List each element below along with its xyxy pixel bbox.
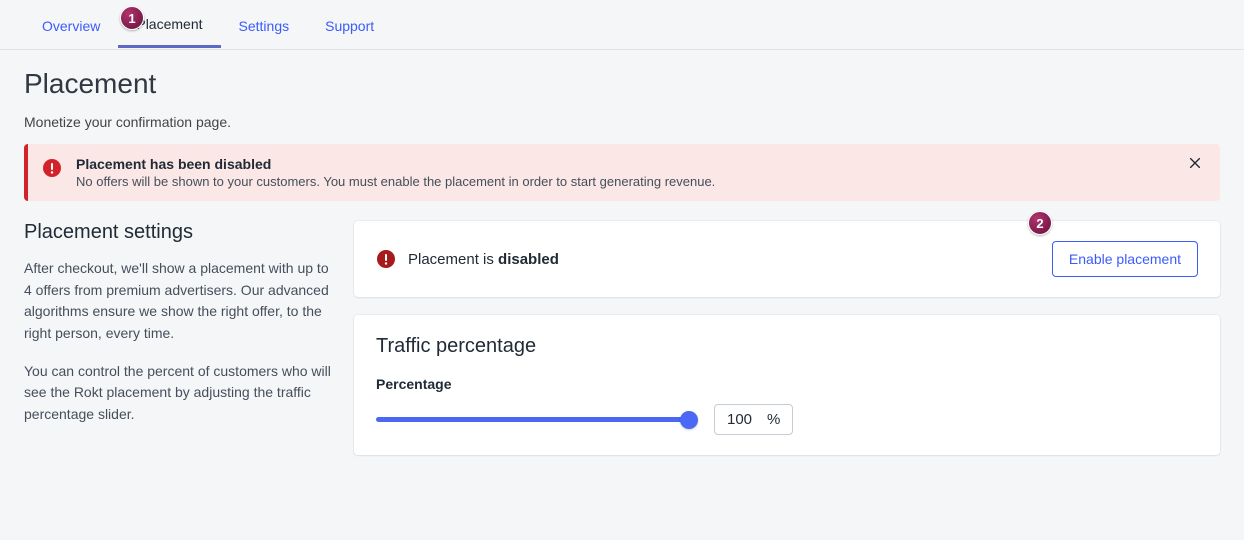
status-warning-icon <box>376 249 396 269</box>
settings-cards-column: Placement is disabled Enable placement 2… <box>354 221 1220 473</box>
alert-close-button[interactable] <box>1184 156 1206 174</box>
placement-settings-desc-2: You can control the percent of customers… <box>24 361 334 426</box>
page-content: Placement Monetize your confirmation pag… <box>0 50 1244 473</box>
page-subtitle: Monetize your confirmation page. <box>24 114 1220 130</box>
percentage-label: Percentage <box>376 376 1198 392</box>
alert-icon <box>42 158 62 178</box>
traffic-title: Traffic percentage <box>376 335 1198 358</box>
tab-settings[interactable]: Settings <box>221 3 308 47</box>
traffic-slider[interactable] <box>376 410 696 430</box>
slider-row: 100 % <box>376 404 1198 435</box>
placement-status-prefix: Placement is <box>408 251 498 268</box>
alert-banner: Placement has been disabled No offers wi… <box>24 144 1220 201</box>
placement-settings-desc-1: After checkout, we'll show a placement w… <box>24 258 334 345</box>
enable-placement-button[interactable]: Enable placement <box>1052 241 1198 277</box>
slider-track <box>376 417 696 422</box>
percentage-unit: % <box>767 411 780 428</box>
callout-badge-1: 1 <box>120 6 144 30</box>
callout-badge-2: 2 <box>1028 211 1052 235</box>
placement-status-text: Placement is disabled <box>408 251 559 268</box>
slider-thumb[interactable] <box>680 411 698 429</box>
page-title: Placement <box>24 68 1220 100</box>
settings-description-column: Placement settings After checkout, we'll… <box>24 221 334 442</box>
tab-support[interactable]: Support <box>307 3 392 47</box>
tabs-bar: Overview Placement Settings Support 1 <box>0 0 1244 50</box>
tab-overview[interactable]: Overview <box>24 3 118 47</box>
alert-body: Placement has been disabled No offers wi… <box>76 156 1184 189</box>
traffic-percentage-card: Traffic percentage Percentage 100 % <box>354 315 1220 455</box>
placement-settings-title: Placement settings <box>24 221 334 244</box>
alert-desc: No offers will be shown to your customer… <box>76 174 1184 189</box>
percentage-input[interactable]: 100 % <box>714 404 793 435</box>
alert-title: Placement has been disabled <box>76 156 1184 172</box>
percentage-value: 100 <box>727 411 757 428</box>
content-row: Placement settings After checkout, we'll… <box>24 221 1220 473</box>
placement-status-card: Placement is disabled Enable placement 2 <box>354 221 1220 297</box>
placement-status-state: disabled <box>498 251 559 268</box>
